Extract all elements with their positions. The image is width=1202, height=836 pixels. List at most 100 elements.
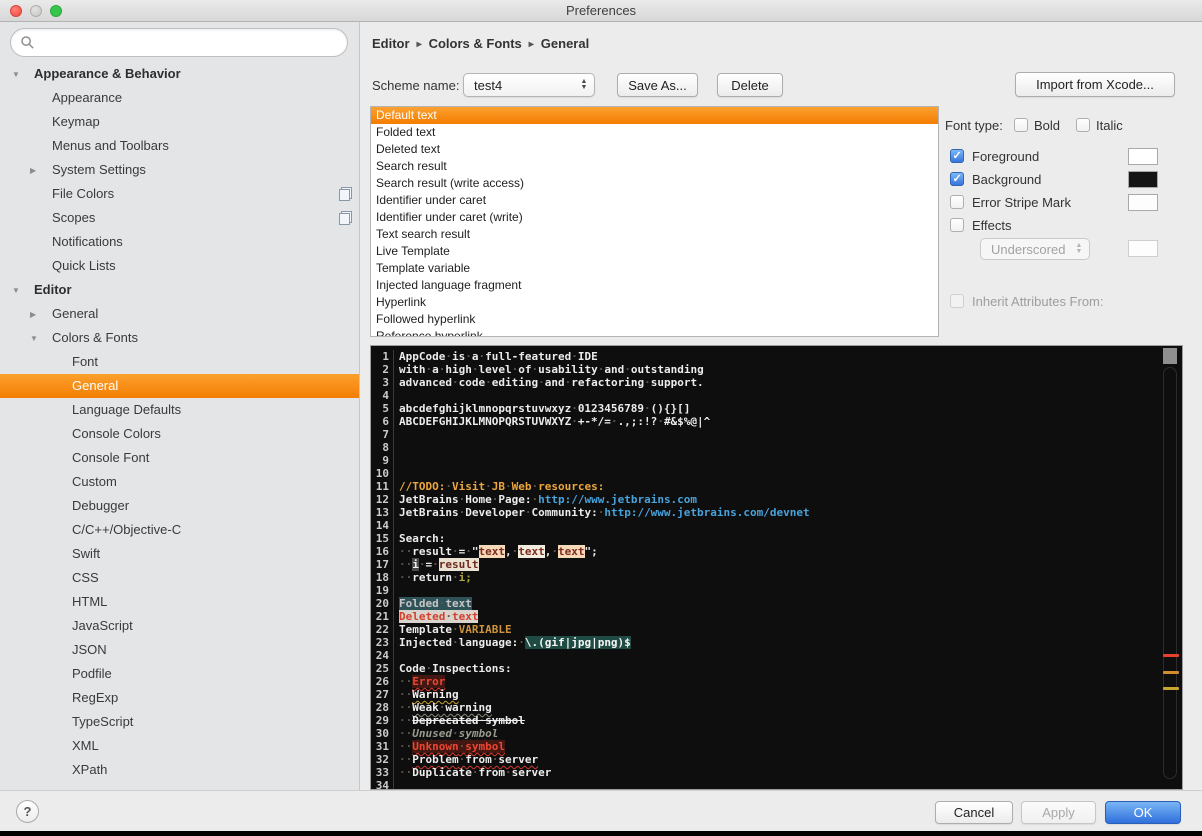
sidebar-item-menus-and-toolbars[interactable]: Menus and Toolbars (0, 134, 360, 158)
search-field[interactable] (10, 28, 348, 57)
sidebar-item-appearance[interactable]: Appearance (0, 86, 360, 110)
preview-line: 25Code·Inspections: (371, 662, 1182, 675)
sidebar-item-c-c-objective-c[interactable]: C/C++/Objective-C (0, 518, 360, 542)
sidebar-item-scopes[interactable]: Scopes (0, 206, 360, 230)
scheme-select[interactable]: test4 ▲▼ (463, 73, 595, 97)
ok-button[interactable]: OK (1105, 801, 1181, 824)
apply-button[interactable]: Apply (1021, 801, 1096, 824)
attribute-item[interactable]: Folded text (371, 124, 938, 141)
sidebar-item-font[interactable]: Font (0, 350, 360, 374)
attribute-item[interactable]: Identifier under caret (write) (371, 209, 938, 226)
attribute-item[interactable]: Search result (write access) (371, 175, 938, 192)
sidebar-item-json[interactable]: JSON (0, 638, 360, 662)
scrollbar-thumb[interactable] (1163, 348, 1177, 364)
preview-editor[interactable]: 1AppCode·is·a·full-featured·IDE2with·a·h… (370, 345, 1183, 790)
attribute-item[interactable]: Default text (371, 107, 938, 124)
line-number: 28 (371, 701, 394, 714)
code-token: Problem·from·server (412, 753, 538, 766)
breadcrumb-item[interactable]: General (541, 36, 589, 51)
weak-warning-stripe-mark[interactable] (1163, 687, 1179, 690)
breadcrumb-item[interactable]: Colors & Fonts (429, 36, 522, 51)
scheme-select-value: test4 (464, 78, 576, 93)
sidebar-item-colors-fonts[interactable]: ▼Colors & Fonts (0, 326, 360, 350)
whitespace-dot: · (406, 545, 413, 558)
attribute-item[interactable]: Followed hyperlink (371, 311, 938, 328)
right-disclosure-icon[interactable]: ▶ (30, 159, 52, 183)
error-stripe-checkbox[interactable] (950, 195, 964, 209)
sidebar-item-typescript[interactable]: TypeScript (0, 710, 360, 734)
italic-checkbox[interactable] (1076, 118, 1090, 132)
attribute-item[interactable]: Injected language fragment (371, 277, 938, 294)
sidebar-item-podfile[interactable]: Podfile (0, 662, 360, 686)
down-disclosure-icon[interactable]: ▼ (12, 63, 34, 87)
whitespace-dot: · (492, 753, 499, 766)
sidebar-item-debugger[interactable]: Debugger (0, 494, 360, 518)
code-token: ·· (399, 753, 412, 766)
import-from-xcode-button[interactable]: Import from Xcode... (1015, 72, 1175, 97)
attribute-item[interactable]: Deleted text (371, 141, 938, 158)
down-disclosure-icon[interactable]: ▼ (30, 327, 52, 351)
sidebar-item-language-defaults[interactable]: Language Defaults (0, 398, 360, 422)
sidebar-item-html[interactable]: HTML (0, 590, 360, 614)
sidebar-item-xpath[interactable]: XPath (0, 758, 360, 782)
line-number: 1 (371, 350, 394, 363)
attribute-item[interactable]: Text search result (371, 226, 938, 243)
breadcrumb-item[interactable]: Editor (372, 36, 410, 51)
right-disclosure-icon[interactable]: ▶ (30, 303, 52, 327)
error-stripe-mark[interactable] (1163, 654, 1179, 657)
scrollbar-track[interactable] (1163, 367, 1177, 779)
preview-line: 11//TODO:·Visit·JB·Web·resources: (371, 480, 1182, 493)
attribute-item[interactable]: Identifier under caret (371, 192, 938, 209)
sidebar-item-xml[interactable]: XML (0, 734, 360, 758)
sidebar-item-general[interactable]: General (0, 374, 360, 398)
attribute-item[interactable]: Hyperlink (371, 294, 938, 311)
whitespace-dot: · (445, 350, 452, 363)
sidebar-item-system-settings[interactable]: ▶System Settings (0, 158, 360, 182)
code-token: http://www.jetbrains.com (538, 493, 697, 506)
effects-checkbox[interactable] (950, 218, 964, 232)
sidebar-item-notifications[interactable]: Notifications (0, 230, 360, 254)
save-as-button[interactable]: Save As... (617, 73, 698, 97)
cancel-button[interactable]: Cancel (935, 801, 1013, 824)
sidebar-item-console-colors[interactable]: Console Colors (0, 422, 360, 446)
background-color-swatch[interactable] (1128, 171, 1158, 188)
sidebar-item-label: Swift (72, 546, 100, 561)
font-type-label: Font type: (945, 118, 1003, 133)
preview-line: 5abcdefghijklmnopqrstuvwxyz·0123456789·(… (371, 402, 1182, 415)
sidebar-item-general[interactable]: ▶General (0, 302, 360, 326)
foreground-checkbox[interactable] (950, 149, 964, 163)
attribute-item[interactable]: Search result (371, 158, 938, 175)
attribute-item[interactable]: Reference hyperlink (371, 328, 938, 337)
help-button[interactable]: ? (16, 800, 39, 823)
bold-checkbox[interactable] (1014, 118, 1028, 132)
bold-label: Bold (1034, 118, 1060, 133)
whitespace-dot: · (512, 363, 519, 376)
line-number: 18 (371, 571, 394, 584)
attribute-item[interactable]: Live Template (371, 243, 938, 260)
preview-line: 27··Warning (371, 688, 1182, 701)
warning-stripe-mark[interactable] (1163, 671, 1179, 674)
delete-button[interactable]: Delete (717, 73, 783, 97)
sidebar-item-custom[interactable]: Custom (0, 470, 360, 494)
whitespace-dot: · (472, 766, 479, 779)
sidebar-item-css[interactable]: CSS (0, 566, 360, 590)
whitespace-dot: · (565, 376, 572, 389)
sidebar-item-javascript[interactable]: JavaScript (0, 614, 360, 638)
sidebar-item-file-colors[interactable]: File Colors (0, 182, 360, 206)
background-checkbox[interactable] (950, 172, 964, 186)
sidebar-item-console-font[interactable]: Console Font (0, 446, 360, 470)
attribute-item[interactable]: Template variable (371, 260, 938, 277)
error-stripe-color-swatch[interactable] (1128, 194, 1158, 211)
down-disclosure-icon[interactable]: ▼ (12, 279, 34, 303)
foreground-color-swatch[interactable] (1128, 148, 1158, 165)
code-token: Deleted·text (399, 610, 478, 623)
sidebar-item-editor[interactable]: ▼Editor (0, 278, 360, 302)
code-token: VARIABLE (459, 623, 512, 636)
search-input[interactable] (41, 31, 340, 55)
sidebar-item-regexp[interactable]: RegExp (0, 686, 360, 710)
sidebar-item-appearance-behavior[interactable]: ▼Appearance & Behavior (0, 62, 360, 86)
sidebar-item-keymap[interactable]: Keymap (0, 110, 360, 134)
sidebar-item-swift[interactable]: Swift (0, 542, 360, 566)
whitespace-dot: · (485, 480, 492, 493)
sidebar-item-quick-lists[interactable]: Quick Lists (0, 254, 360, 278)
